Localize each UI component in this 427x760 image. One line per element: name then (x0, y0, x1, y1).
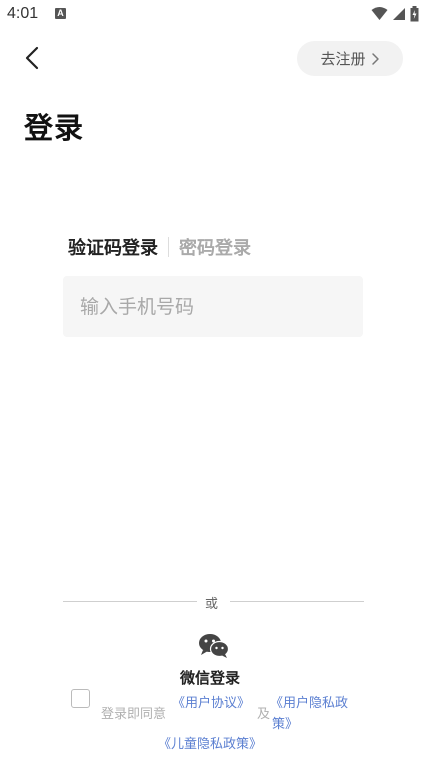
chevron-left-icon (25, 46, 39, 70)
wechat-icon (199, 634, 230, 658)
status-icons (371, 6, 419, 22)
tab-sms-code-login[interactable]: 验证码登录 (68, 234, 158, 260)
register-label: 去注册 (320, 50, 366, 68)
children-privacy-policy-link[interactable]: 《儿童隐私政策》 (158, 733, 262, 752)
agreement-and: 及 (257, 707, 271, 722)
privacy-policy-link-end[interactable]: 策》 (272, 713, 298, 732)
agreement-checkbox[interactable] (71, 689, 90, 708)
phone-number-input[interactable] (63, 276, 363, 337)
status-time: 4:01 (7, 5, 39, 22)
chevron-right-icon (371, 52, 379, 65)
tab-password-login[interactable]: 密码登录 (179, 234, 251, 260)
wechat-login-label[interactable]: 微信登录 (180, 667, 240, 688)
tab-divider (168, 237, 169, 257)
login-mode-tabs: 验证码登录 密码登录 (68, 234, 251, 260)
divider-right (230, 601, 364, 602)
back-button[interactable] (18, 42, 48, 74)
page-title: 登录 (24, 111, 85, 145)
wechat-login-button[interactable] (198, 633, 230, 659)
agreement-prefix: 登录即同意 (101, 707, 167, 722)
wifi-icon (371, 7, 388, 20)
privacy-policy-link[interactable]: 《用户隐私政 (270, 692, 348, 711)
battery-icon (410, 6, 419, 22)
divider-left (63, 601, 197, 602)
notification-badge: A (55, 8, 66, 19)
signal-icon (393, 8, 405, 20)
status-bar: 4:01 A (0, 0, 427, 30)
user-agreement-link[interactable]: 《用户协议》 (172, 692, 250, 711)
or-label: 或 (205, 597, 219, 612)
register-button[interactable]: 去注册 (297, 41, 403, 76)
